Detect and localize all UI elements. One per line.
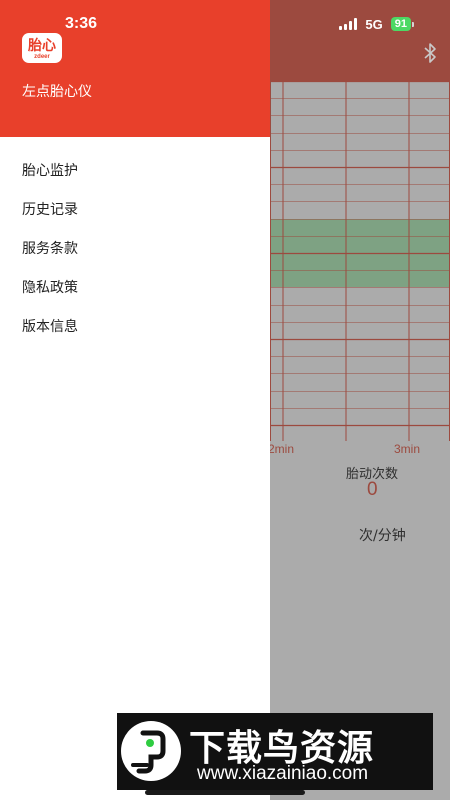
fetal-movement-count: 0: [367, 479, 378, 500]
menu-item-version[interactable]: 版本信息: [0, 308, 270, 347]
menu-item-history[interactable]: 历史记录: [0, 191, 270, 230]
menu-item-privacy[interactable]: 隐私政策: [0, 269, 270, 308]
time-tick-3min: 3min: [394, 442, 421, 456]
heart-rate-chart-grid: [270, 81, 450, 441]
logo-subtext: zdeer: [34, 54, 50, 60]
logo-text: 胎心: [28, 38, 56, 54]
drawer-header: 胎心 zdeer 左点胎心仪: [0, 0, 270, 137]
bird-logo-icon: [121, 721, 181, 781]
network-type: 5G: [365, 16, 383, 32]
navigation-drawer: 胎心 zdeer 左点胎心仪 胎心监护 历史记录 服务条款 隐私政策 版本信息: [0, 0, 270, 800]
time-tick-2min: 2min: [268, 442, 295, 456]
menu-item-monitoring[interactable]: 胎心监护: [0, 152, 270, 191]
drawer-menu: 胎心监护 历史记录 服务条款 隐私政策 版本信息: [0, 152, 270, 347]
cellular-signal-icon: [339, 18, 358, 30]
battery-icon: 91: [390, 17, 414, 31]
app-logo: 胎心 zdeer: [22, 33, 62, 63]
status-time: 3:36: [65, 15, 98, 32]
menu-item-terms[interactable]: 服务条款: [0, 230, 270, 269]
status-icons: 5G 91: [339, 16, 414, 32]
bluetooth-icon[interactable]: [420, 42, 440, 64]
home-indicator: [145, 790, 305, 795]
app-name: 左点胎心仪: [22, 84, 92, 100]
watermark-url: www.xiazainiao.com: [197, 763, 369, 784]
battery-level: 91: [390, 17, 411, 31]
heart-rate-unit-label: 次/分钟: [359, 528, 406, 544]
chart-grid-lines: [270, 81, 450, 441]
watermark-banner: 下载鸟资源 www.xiazainiao.com: [117, 713, 433, 790]
